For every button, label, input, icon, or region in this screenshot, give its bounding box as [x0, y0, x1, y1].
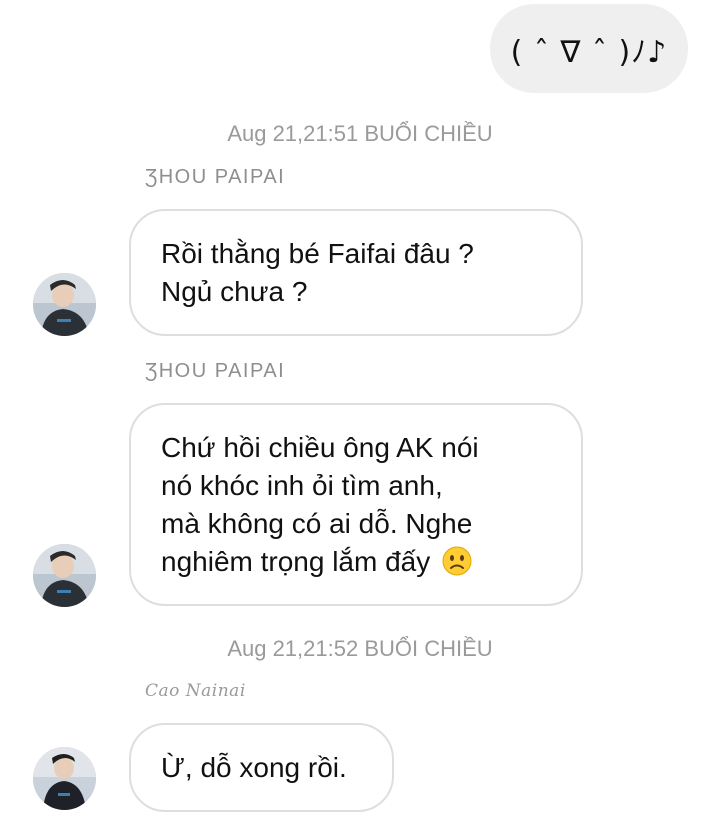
- avatar-person-icon: [33, 544, 96, 607]
- avatar[interactable]: [33, 273, 96, 336]
- chat-thread: ( ˆ ∇ ˆ )ﾉ♪ Aug 21,21:51 BUỔI CHIỀU ƷHOU…: [0, 0, 720, 822]
- message-line: nó khóc inh ỏi tìm anh,: [161, 469, 443, 501]
- worried-face-icon: [442, 546, 472, 575]
- sender-name: ƷHOU PAIPAI: [145, 360, 286, 382]
- incoming-message-bubble[interactable]: Ừ, dỗ xong rồi.: [129, 723, 394, 812]
- message-line: nghiêm trọng lắm đấy: [161, 543, 551, 581]
- incoming-message-bubble[interactable]: Rồi thằng bé Faifai đâu ? Ngủ chưa ?: [129, 209, 583, 336]
- avatar-person-icon: [33, 747, 96, 810]
- sender-name: Cao Nainai: [145, 681, 246, 701]
- message-line-text: nghiêm trọng lắm đấy: [161, 545, 431, 577]
- sender-name: ƷHOU PAIPAI: [145, 166, 286, 188]
- incoming-message-bubble[interactable]: Chứ hồi chiều ông AK nói nó khóc inh ỏi …: [129, 403, 583, 606]
- avatar[interactable]: [33, 544, 96, 607]
- message-line: Chứ hồi chiều ông AK nói: [161, 431, 479, 463]
- message-line: Ừ, dỗ xong rồi.: [161, 751, 347, 783]
- message-line: mà không có ai dỗ. Nghe: [161, 507, 473, 539]
- avatar-person-icon: [33, 273, 96, 336]
- outgoing-message-bubble[interactable]: ( ˆ ∇ ˆ )ﾉ♪: [490, 4, 688, 93]
- message-line: Rồi thằng bé Faifai đâu ?: [161, 237, 474, 269]
- timestamp: Aug 21,21:52 BUỔI CHIỀU: [227, 636, 493, 661]
- outgoing-message-text: ( ˆ ∇ ˆ )ﾉ♪: [510, 34, 668, 70]
- message-line: Ngủ chưa ?: [161, 275, 308, 307]
- avatar[interactable]: [33, 747, 96, 810]
- timestamp: Aug 21,21:51 BUỔI CHIỀU: [227, 121, 493, 146]
